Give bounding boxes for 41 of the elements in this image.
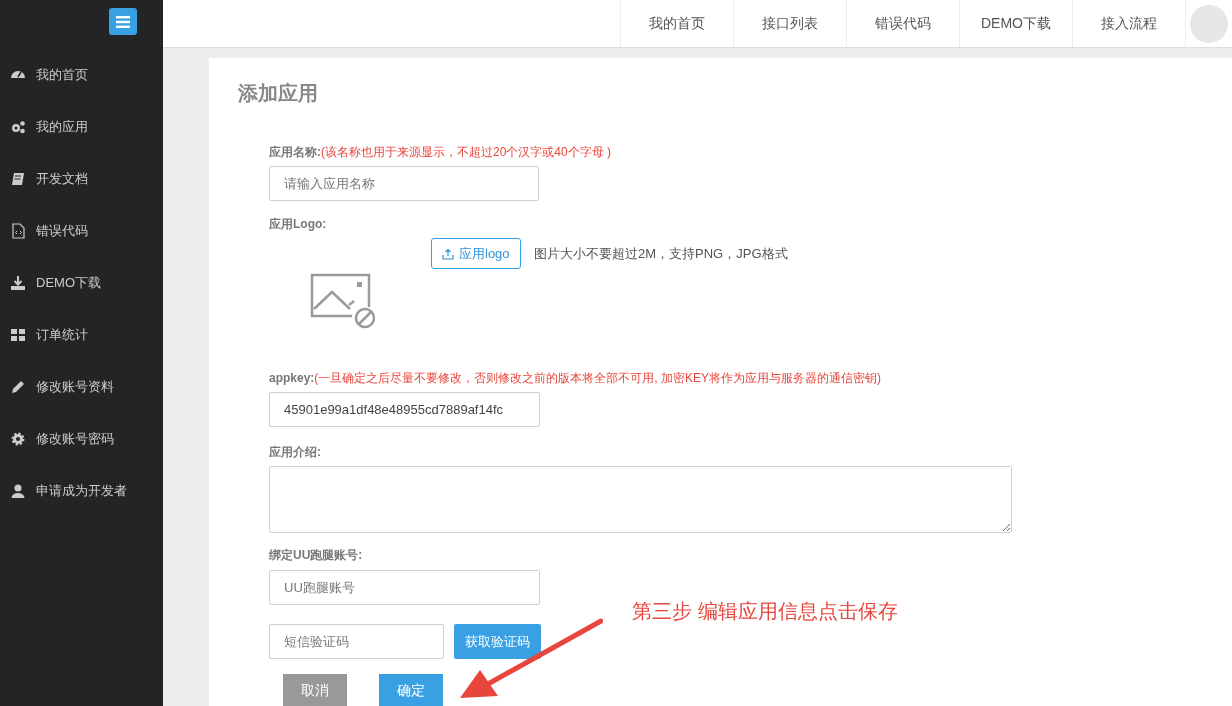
gears-icon — [10, 119, 26, 135]
input-field[interactable]: 请输入应用名称 — [269, 166, 539, 201]
pencil-icon — [10, 379, 26, 395]
annotation-text: 第三步 编辑应用信息点击保存 — [632, 599, 898, 624]
sidebar-item[interactable]: 我的首页 — [0, 49, 163, 101]
menu-button[interactable] — [109, 8, 137, 35]
sidebar-item[interactable]: 我的应用 — [0, 101, 163, 153]
field-label: 应用介绍: — [269, 444, 321, 461]
sidebar-item[interactable]: DEMO下载 — [0, 257, 163, 309]
nav-link[interactable]: 接入流程 — [1072, 0, 1185, 47]
input-field[interactable]: 短信验证码 — [269, 624, 444, 659]
field-note: (该名称也用于来源显示，不超过20个汉字或40个字母 ) — [321, 144, 612, 161]
sidebar-item[interactable]: 开发文档 — [0, 153, 163, 205]
settings-icon — [10, 431, 26, 447]
field-label: 绑定UU跑腿账号: — [269, 547, 363, 564]
page-title: 添加应用 — [238, 81, 319, 106]
upload-icon — [442, 247, 454, 260]
nav-link[interactable]: 错误代码 — [846, 0, 959, 47]
sidebar-item[interactable]: 修改账号资料 — [0, 361, 163, 413]
input-field[interactable]: 45901e99a1df48e48955cd7889af14fc — [269, 392, 540, 427]
user-icon — [10, 483, 26, 499]
sidebar-item[interactable]: 申请成为开发者 — [0, 465, 163, 517]
code-file-icon — [10, 223, 26, 239]
sidebar-item[interactable]: 错误代码 — [0, 205, 163, 257]
logo-hint: 图片大小不要超过2M，支持PNG，JPG格式 — [534, 245, 788, 263]
menu-icon — [116, 15, 130, 28]
field-label: 应用Logo: — [269, 216, 327, 233]
nav-link[interactable]: 我的首页 — [620, 0, 733, 47]
grid-icon — [10, 327, 26, 343]
nav-link[interactable]: 接口列表 — [733, 0, 846, 47]
field-label: 应用名称: — [269, 144, 321, 161]
field-note: (一旦确定之后尽量不要修改，否则修改之前的版本将全部不可用, 加密KEY将作为应用与服务器的通信密钥) — [314, 370, 882, 387]
field-label: appkey: — [269, 370, 315, 387]
book-icon — [10, 171, 26, 187]
input-field[interactable]: UU跑腿账号 — [269, 570, 540, 605]
image-placeholder-icon — [310, 273, 378, 329]
sidebar-item[interactable]: 订单统计 — [0, 309, 163, 361]
sidebar-item[interactable]: 修改账号密码 — [0, 413, 163, 465]
download-icon — [10, 275, 26, 291]
nav-link[interactable]: DEMO下载 — [959, 0, 1072, 47]
textarea-field[interactable] — [269, 466, 1012, 533]
